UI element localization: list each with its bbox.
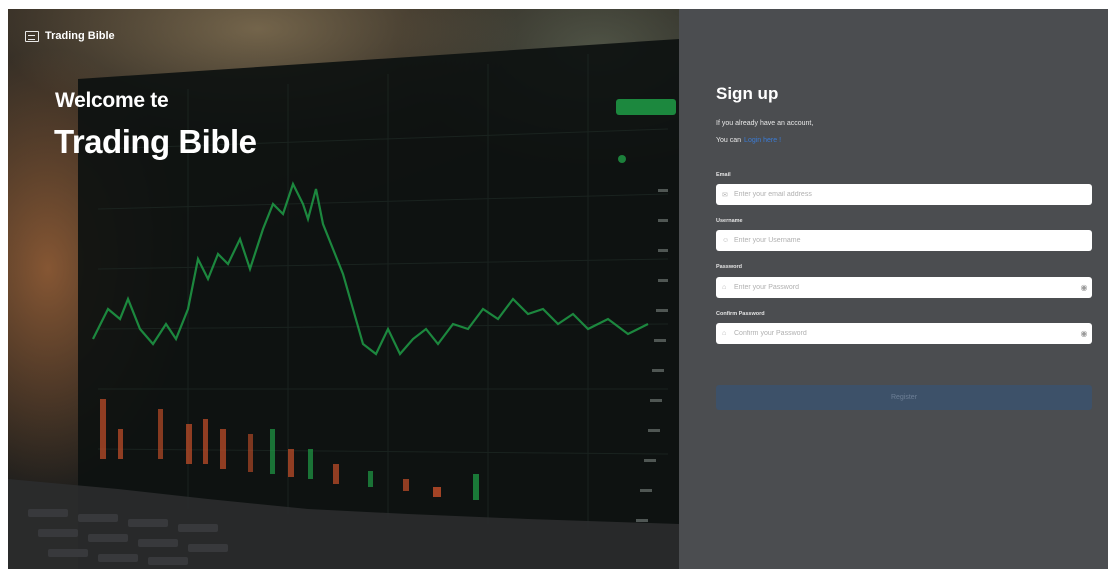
email-label: Email [716, 172, 731, 178]
eye-icon[interactable]: ◉ [1076, 283, 1092, 292]
password-input[interactable] [734, 284, 1076, 291]
welcome-text: Welcome te [55, 89, 169, 112]
email-field[interactable]: ✉ [716, 184, 1092, 205]
login-prompt: You can Login here ! [716, 137, 781, 144]
confirm-password-field[interactable]: ⌂ ◉ [716, 323, 1092, 344]
email-input[interactable] [734, 191, 1092, 198]
signup-panel: Sign up If you already have an account, … [679, 9, 1108, 569]
password-field[interactable]: ⌂ ◉ [716, 277, 1092, 298]
hero-panel: Trading Bible Welcome te Trading Bible [8, 9, 679, 569]
confirm-password-input[interactable] [734, 330, 1076, 337]
mail-icon: ✉ [722, 191, 728, 199]
book-logo-icon [25, 30, 39, 42]
username-field[interactable]: ☺ [716, 230, 1092, 251]
lock-icon: ⌂ [722, 330, 727, 337]
confirm-password-label: Confirm Password [716, 311, 765, 317]
hero-title: Trading Bible [54, 123, 257, 160]
register-button[interactable]: Register [716, 385, 1092, 410]
brand[interactable]: Trading Bible [25, 30, 115, 42]
password-label: Password [716, 264, 742, 270]
signup-title: Sign up [716, 84, 779, 103]
lock-icon: ⌂ [722, 284, 727, 291]
login-link[interactable]: Login here ! [744, 137, 781, 144]
signup-subtitle: If you already have an account, [716, 120, 814, 127]
user-icon: ☺ [722, 237, 730, 244]
page-frame: Trading Bible Welcome te Trading Bible S… [8, 9, 1108, 569]
eye-icon[interactable]: ◉ [1076, 329, 1092, 338]
username-label: Username [716, 218, 743, 224]
username-input[interactable] [734, 237, 1092, 244]
brand-name: Trading Bible [45, 30, 115, 42]
login-prefix: You can [716, 137, 742, 144]
